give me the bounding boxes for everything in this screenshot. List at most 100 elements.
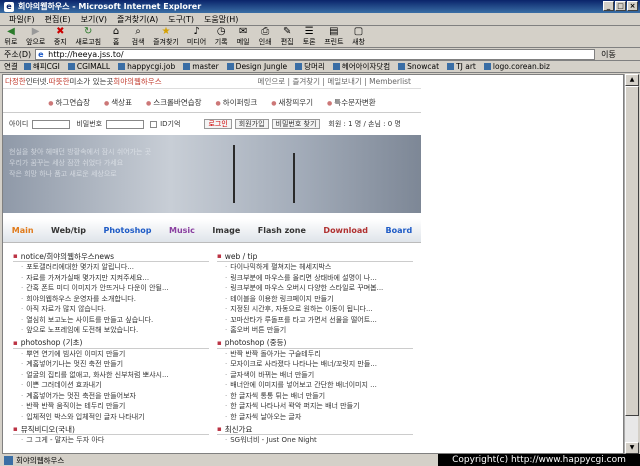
post-link[interactable]: 모자이크로 사라졌다 나타나는 배너/꼬릿지 만들... <box>225 359 413 370</box>
link-dangmeori[interactable]: 당머리 <box>295 61 325 72</box>
post-link[interactable]: 희야의웹하우스 운영자를 소개합니다. <box>21 294 209 305</box>
nav-flash[interactable]: Flash zone <box>255 226 309 235</box>
post-link[interactable]: 다이나믹하게 펼쳐지는 헤세지박스 <box>225 262 413 273</box>
cat-item[interactable]: 새창띄우기 <box>271 97 314 108</box>
menu-favorites[interactable]: 즐겨찾기(A) <box>112 14 163 25</box>
cat-item[interactable]: 하그연습장 <box>48 97 91 108</box>
link-snowcat[interactable]: Snowcat <box>398 62 439 71</box>
menu-view[interactable]: 보기(V) <box>76 14 112 25</box>
discuss-button[interactable]: ☰ 토론 <box>302 26 316 47</box>
vertical-scrollbar[interactable]: ▲ ▼ <box>624 74 639 454</box>
page-viewport[interactable]: 다정한 인터넷. 따뜻한 미소가 있는곳 희야의웹하우스 메인으로 | 즐겨찾기… <box>2 74 624 454</box>
post-link[interactable]: 그 그게 - 말자는 두자 아다 <box>21 435 209 446</box>
stop-button[interactable]: ✖ 중지 <box>53 26 67 47</box>
mail-button[interactable]: ✉ 메일 <box>236 26 250 47</box>
id-input[interactable] <box>32 119 71 129</box>
link-master[interactable]: master <box>183 62 218 71</box>
post-link[interactable]: 반짝 반짝 움직이는 테두리 만들기 <box>21 401 209 412</box>
post-link[interactable]: 간혹 폰트 미디 이미지가 안뜨거나 다운이 안될... <box>21 283 209 294</box>
link-hair[interactable]: 헤어아이자닷컴 <box>333 61 390 72</box>
post-link[interactable]: 링크부분에 마우스 오버시 다양한 스타일로 꾸며봅... <box>225 283 413 294</box>
post-link[interactable]: 글자색이 바뀌는 배너 만들기 <box>225 370 413 381</box>
maximize-button[interactable]: □ <box>615 1 626 11</box>
login-button[interactable]: 로그인 <box>204 119 232 129</box>
favorites-button[interactable]: ★ 즐겨찾기 <box>153 26 179 47</box>
minimize-button[interactable]: _ <box>603 1 614 11</box>
search-button[interactable]: ⌕ 검색 <box>131 26 145 47</box>
nav-download[interactable]: Download <box>320 226 371 235</box>
post-link[interactable]: 한 글자씩 나타나서 꽉악 퍼지는 배너 만들기 <box>225 401 413 412</box>
menu-help[interactable]: 도움말(H) <box>199 14 243 25</box>
post-link[interactable]: 링크부분에 마우스를 올리면 상태바에 설명이 나... <box>225 273 413 284</box>
print-button[interactable]: ⎙ 인쇄 <box>258 26 272 47</box>
forward-button[interactable]: ▶ 앞으로 <box>26 26 45 47</box>
link-logo-corean[interactable]: logo.corean.biz <box>484 62 550 71</box>
link-cgimall[interactable]: CGIMALL <box>68 62 110 71</box>
go-button[interactable]: 이동 <box>601 49 616 60</box>
post-link[interactable]: 꼬마산타가 루돌프를 타고 가면서 선물을 떨어트... <box>225 315 413 326</box>
post-link[interactable]: 아직 자료가 많지 않습니다. <box>21 304 209 315</box>
post-link[interactable]: 앞으로 노프레임에 도전해 보았습니다. <box>21 325 209 336</box>
box-title[interactable]: 최신가요 <box>217 424 413 435</box>
post-link[interactable]: 포토갤러리에대한 몇가지 알립니다... <box>21 262 209 273</box>
post-link[interactable]: 뿌연 연기에 빔사인 이미지 만들기 <box>21 349 209 360</box>
cat-item[interactable]: 특수문자변환 <box>327 97 375 108</box>
refresh-button[interactable]: ↻ 새로고침 <box>75 26 101 47</box>
link-happycgi-job[interactable]: happycgi.job <box>118 62 175 71</box>
post-link[interactable]: 반짝 반짝 돌아가는 구슬테두리 <box>225 349 413 360</box>
address-input[interactable]: http://heeya.jss.to/ <box>35 48 596 60</box>
nav-photoshop[interactable]: Photoshop <box>100 226 154 235</box>
post-link[interactable]: SG워너비 - Just One Night <box>225 435 413 446</box>
scroll-thumb[interactable] <box>625 86 639 416</box>
scroll-up-arrow-icon[interactable]: ▲ <box>625 74 639 86</box>
cat-item[interactable]: 색상표 <box>104 97 132 108</box>
join-button[interactable]: 회원가입 <box>234 119 269 129</box>
box-title[interactable]: notice/희야의웹하우스news <box>13 251 209 262</box>
link-happycgi[interactable]: 해피CGI <box>24 61 60 72</box>
menu-edit[interactable]: 편집(E) <box>40 14 76 25</box>
box-title[interactable]: photoshop (중등) <box>217 338 413 349</box>
post-link[interactable]: 이쁜 그러데이션 효과내기 <box>21 380 209 391</box>
back-button[interactable]: ◀ 뒤로 <box>4 26 18 47</box>
password-input[interactable] <box>106 119 145 129</box>
menu-file[interactable]: 파일(F) <box>4 14 40 25</box>
history-button[interactable]: ◷ 기록 <box>214 26 228 47</box>
post-link[interactable]: 지정된 시간후, 자동으로 원하는 이동이 됩니다... <box>225 304 413 315</box>
nav-main[interactable]: Main <box>9 226 37 235</box>
post-link[interactable]: 얼굴의 집티를 없애고, 화사한 신부처럼 뽀샤시... <box>21 370 209 381</box>
post-link[interactable]: 입체적인 박스와 입체적인 글자 나타내기 <box>21 412 209 423</box>
box-title[interactable]: 뮤직비디오(국내) <box>13 424 209 435</box>
post-link[interactable]: 홈오버 버튼 만들기 <box>225 325 413 336</box>
cat-item[interactable]: 스크롤바연습장 <box>146 97 201 108</box>
edit-button[interactable]: ✎ 편집 <box>280 26 294 47</box>
nav-webtip[interactable]: Web/tip <box>48 226 89 235</box>
post-link[interactable]: 한 글자씩 통통 튀는 배너 만들기 <box>225 391 413 402</box>
post-list: 포토갤러리에대한 몇가지 알립니다...자료를 가져가실때 몇가지만 지켜주세요… <box>13 262 209 336</box>
find-password-button[interactable]: 비밀번호 찾기 <box>271 119 321 129</box>
cat-item[interactable]: 하이퍼링크 <box>216 97 258 108</box>
link-design-jungle[interactable]: Design Jungle <box>227 62 287 71</box>
link-tj-art[interactable]: TJ art <box>447 62 476 71</box>
post-link[interactable]: 계홈넣어가는 멋진 축전을 만들어보자 <box>21 391 209 402</box>
home-button[interactable]: ⌂ 홈 <box>109 26 123 47</box>
new-window-button[interactable]: ▢ 새창 <box>352 26 366 47</box>
post-link[interactable]: 계홈넣어기나는 멋진 축전 만들기 <box>21 359 209 370</box>
nav-music[interactable]: Music <box>166 226 198 235</box>
nav-image[interactable]: Image <box>209 226 243 235</box>
media-button[interactable]: ♪ 미디어 <box>187 26 206 47</box>
post-link[interactable]: 배너안에 이미지를 넣어보고 간단한 배너이미지 ... <box>225 380 413 391</box>
post-link[interactable]: 자료를 가져가실때 몇가지만 지켜주세요... <box>21 273 209 284</box>
status-text: 회야의웹하우스 <box>16 455 65 465</box>
top-links[interactable]: 메인으로 | 즐겨찾기 | 메일보내기 | Memberlist <box>258 76 411 87</box>
menu-tools[interactable]: 도구(T) <box>163 14 199 25</box>
nav-board[interactable]: Board <box>383 226 416 235</box>
box-title[interactable]: photoshop (기초) <box>13 338 209 349</box>
remember-checkbox[interactable] <box>150 120 158 128</box>
scroll-down-arrow-icon[interactable]: ▼ <box>625 442 639 454</box>
post-link[interactable]: 테이블을 이용한 링크페이지 만들기 <box>225 294 413 305</box>
box-title[interactable]: web / tip <box>217 251 413 262</box>
printer-friendly-button[interactable]: ▤ 프린트 <box>324 26 343 47</box>
close-button[interactable]: × <box>627 1 638 11</box>
post-link[interactable]: 한 글자씩 날아오는 글자 <box>225 412 413 423</box>
post-link[interactable]: 열심히 보고노는 사이트를 만들고 싶습니다. <box>21 315 209 326</box>
